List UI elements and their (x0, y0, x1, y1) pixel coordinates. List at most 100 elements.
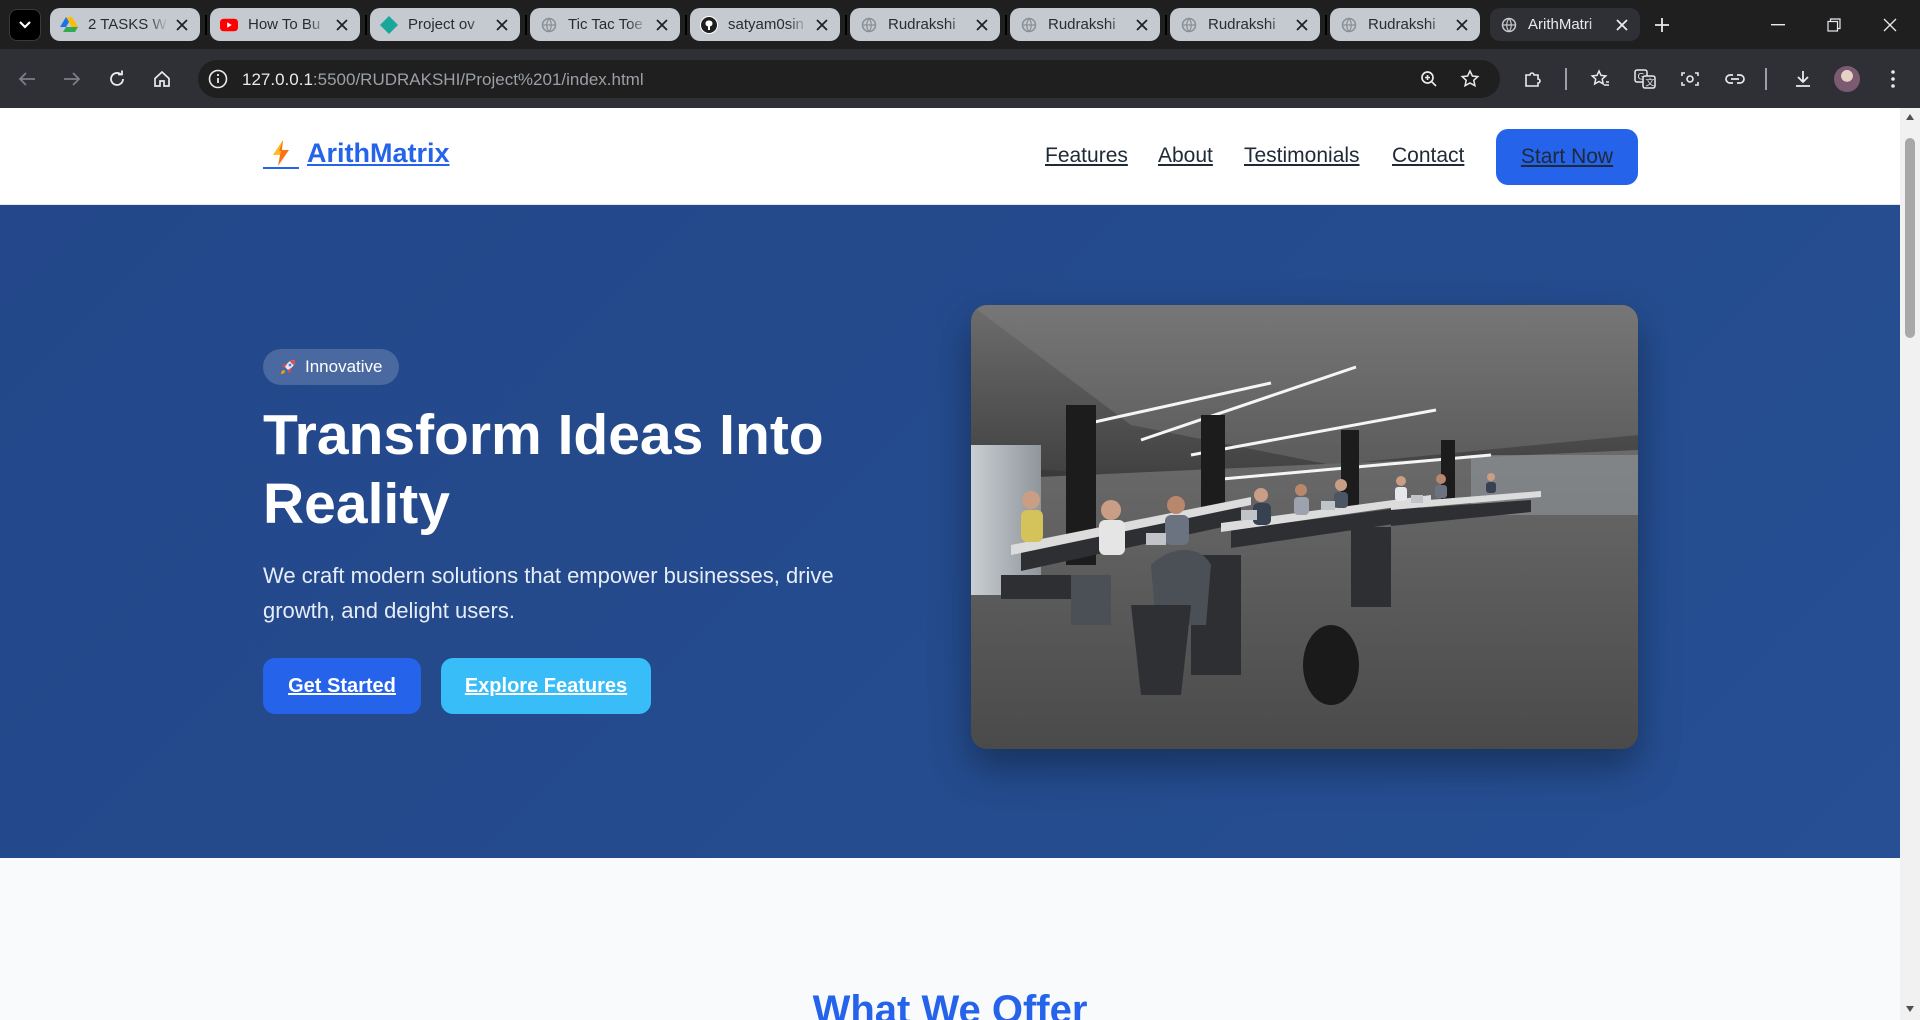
tab-divider (1165, 15, 1167, 35)
translate-button[interactable]: G文 (1631, 65, 1659, 93)
profile-avatar[interactable] (1834, 66, 1860, 92)
zoom-button[interactable] (1415, 65, 1443, 93)
screenshot-button[interactable] (1676, 65, 1704, 93)
tab-title: Rudrakshi (1048, 16, 1116, 33)
start-now-button[interactable]: Start Now (1496, 129, 1638, 185)
new-tab-button[interactable] (1648, 11, 1676, 39)
brand-logo-link[interactable]: ArithMatrix (263, 138, 450, 169)
copy-link-button[interactable] (1721, 65, 1749, 93)
scroll-down-arrow-icon[interactable] (1905, 1004, 1915, 1014)
restore-button[interactable] (1806, 0, 1862, 49)
close-icon[interactable] (974, 17, 990, 33)
get-started-button[interactable]: Get Started (263, 658, 421, 714)
close-icon[interactable] (1614, 17, 1630, 33)
close-icon[interactable] (1454, 17, 1470, 33)
minimize-icon (1771, 23, 1785, 25)
nav-link-about[interactable]: About (1158, 144, 1213, 168)
browser-tab[interactable]: Rudrakshi (1010, 8, 1160, 41)
bookmark-star-button[interactable] (1456, 65, 1484, 93)
diamond-icon (380, 15, 398, 34)
tab-divider (205, 15, 207, 35)
reload-button[interactable] (103, 65, 131, 93)
browser-tab[interactable]: Tic Tac Toe (530, 8, 680, 41)
tab-title: satyam0sin (728, 16, 804, 33)
extensions-button[interactable] (1519, 65, 1547, 93)
tab-title: Project ov (408, 16, 475, 33)
restore-icon (1827, 17, 1841, 32)
home-icon (154, 70, 170, 87)
rocket-icon (279, 358, 297, 376)
tab-divider (1005, 15, 1007, 35)
browser-tab[interactable]: How To Bu (210, 8, 360, 41)
browser-tab-strip: 2 TASKS W How To Bu Project ov Tic Tac T… (0, 0, 1920, 49)
globe-icon (1340, 16, 1358, 34)
link-icon (1725, 74, 1745, 84)
tab-title: Rudrakshi (1368, 16, 1436, 33)
close-window-button[interactable] (1862, 0, 1918, 49)
star-icon (1460, 69, 1480, 88)
tab-title: Tic Tac Toe (568, 16, 643, 33)
star-list-icon (1590, 69, 1609, 86)
browser-tab[interactable]: satyam0sin (690, 8, 840, 41)
url-text[interactable]: 127.0.0.1:5500/RUDRAKSHI/Project%201/ind… (242, 70, 644, 90)
web-page: ArithMatrix Features About Testimonials … (0, 108, 1900, 1020)
downloads-button[interactable] (1789, 65, 1817, 93)
close-icon (1883, 18, 1897, 31)
browser-tab[interactable]: Project ov (370, 8, 520, 41)
tab-title: Rudrakshi (888, 16, 956, 33)
forward-button[interactable] (58, 65, 86, 93)
globe-icon (540, 16, 558, 34)
site-info-icon[interactable] (206, 67, 230, 91)
svg-text:文: 文 (1646, 77, 1655, 89)
bookmarks-button[interactable] (1586, 65, 1614, 93)
google-drive-icon (60, 16, 78, 34)
tab-divider (845, 15, 847, 35)
minimize-button[interactable] (1750, 0, 1806, 49)
chevron-down-icon (19, 21, 31, 29)
browser-tab[interactable]: 2 TASKS W (50, 8, 200, 41)
innovative-badge: Innovative (263, 349, 399, 385)
kebab-menu-icon (1891, 70, 1895, 88)
nav-link-features[interactable]: Features (1045, 144, 1128, 168)
browser-tab-active[interactable]: ArithMatri (1490, 8, 1640, 41)
tab-search-button[interactable] (9, 9, 41, 41)
close-icon[interactable] (1294, 17, 1310, 33)
back-button[interactable] (13, 65, 41, 93)
home-button[interactable] (148, 65, 176, 93)
hero-subtitle: We craft modern solutions that empower b… (263, 563, 834, 623)
tab-title: How To Bu (248, 16, 321, 33)
close-icon[interactable] (334, 17, 350, 33)
tab-title: Rudrakshi (1208, 16, 1276, 33)
translate-icon: G文 (1634, 69, 1656, 89)
site-navbar: ArithMatrix Features About Testimonials … (0, 108, 1900, 205)
close-icon[interactable] (814, 17, 830, 33)
nav-link-contact[interactable]: Contact (1392, 144, 1464, 168)
plus-icon (1655, 18, 1669, 32)
browser-tab[interactable]: Rudrakshi (1170, 8, 1320, 41)
brand-name: ArithMatrix (307, 138, 450, 168)
globe-icon (1020, 16, 1038, 34)
scrollbar-thumb[interactable] (1905, 138, 1915, 338)
puzzle-icon (1525, 72, 1541, 87)
close-icon[interactable] (654, 17, 670, 33)
tab-divider (525, 15, 527, 35)
arrow-left-icon (18, 72, 35, 86)
lightning-icon (263, 139, 299, 169)
arrow-right-icon (64, 72, 81, 86)
nav-link-testimonials[interactable]: Testimonials (1244, 144, 1360, 168)
close-icon[interactable] (1134, 17, 1150, 33)
browser-tab[interactable]: Rudrakshi (1330, 8, 1480, 41)
address-bar[interactable]: 127.0.0.1:5500/RUDRAKSHI/Project%201/ind… (198, 60, 1500, 98)
download-icon (1796, 71, 1810, 87)
close-icon[interactable] (494, 17, 510, 33)
close-icon[interactable] (174, 17, 190, 33)
browser-tab[interactable]: Rudrakshi (850, 8, 1000, 41)
page-scrollbar[interactable] (1900, 108, 1920, 1020)
explore-features-button[interactable]: Explore Features (441, 658, 651, 714)
hero-title: Transform Ideas Into Reality (263, 403, 824, 536)
scroll-up-arrow-icon[interactable] (1905, 112, 1915, 122)
browser-menu-button[interactable] (1879, 65, 1907, 93)
tab-divider (685, 15, 687, 35)
github-icon (700, 15, 718, 34)
globe-icon (1180, 16, 1198, 34)
